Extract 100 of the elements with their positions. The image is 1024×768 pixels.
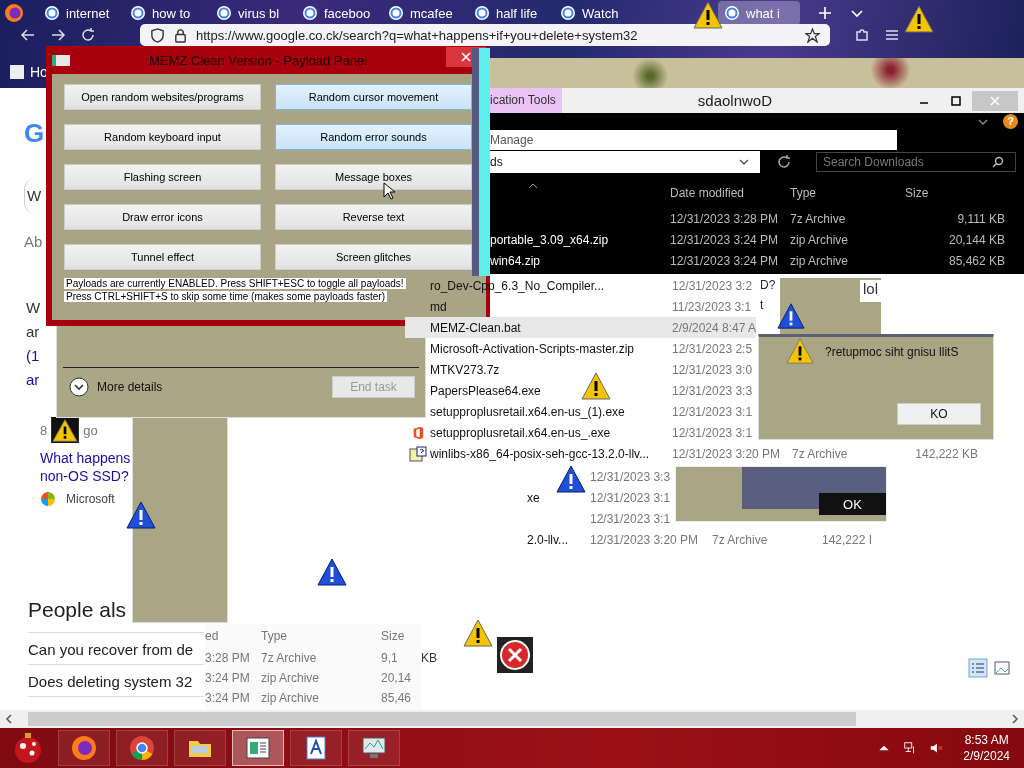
cursor-icon <box>383 182 395 200</box>
more-details-toggle[interactable]: More details <box>69 377 163 397</box>
clock[interactable]: 8:53 AM 2/9/2024 <box>963 732 1010 764</box>
scroll-left-icon[interactable] <box>4 714 14 724</box>
payload-button[interactable]: Reverse text <box>275 204 472 230</box>
lock-icon <box>173 27 188 43</box>
taskbar-app[interactable] <box>290 730 342 766</box>
browser-icon <box>128 734 156 762</box>
browser-tab[interactable]: Watch <box>554 1 636 25</box>
muted-speaker-icon[interactable] <box>929 741 944 755</box>
table-cell: 12/31/2023 3:1 <box>590 511 671 526</box>
address-bar[interactable]: https://www.google.co.ck/search?q=what+happens+if+you+delete+system32 <box>140 24 830 46</box>
browser-tab[interactable]: half life <box>468 1 550 25</box>
payload-button[interactable]: Open random websites/programs <box>64 84 261 110</box>
forward-icon[interactable] <box>50 27 66 43</box>
column-header[interactable]: Size <box>381 629 419 643</box>
text-fragment: Ab <box>24 232 44 252</box>
payload-button[interactable]: Random cursor movement <box>275 84 472 110</box>
table-cell-text: 142,222 KB <box>914 446 978 461</box>
menu-icon[interactable] <box>884 27 900 43</box>
column-header[interactable]: Size <box>905 186 1005 200</box>
address-field[interactable]: ds <box>490 151 760 173</box>
table-cell-text: 142,222 I <box>822 532 874 547</box>
file-row[interactable]: winlibs-x86_64-posix-seh-gcc-13.2.0-llv... 12/31/2023 3:20 PM 7z Archive 142,222 KB <box>405 443 978 464</box>
maximize-icon[interactable] <box>950 94 962 107</box>
window-title: sdaolnwoD <box>696 92 773 109</box>
table-cell: 12/31/2023 3:1 <box>672 425 753 440</box>
file-name: winlibs-x86_64-posix-seh-gcc-13.2.0-llv... <box>430 446 651 461</box>
browser-tab[interactable]: internet <box>38 1 120 25</box>
table-cell-text: 7z Archive <box>712 532 769 547</box>
payload-button[interactable]: Tunnel effect <box>64 244 261 270</box>
warning-icon <box>125 500 157 530</box>
browser-logo-icon <box>4 3 24 23</box>
table-cell: 11/23/2023 3:1 <box>672 299 752 314</box>
file-name: 2.0-llv... <box>527 532 569 547</box>
file-name[interactable]: win64.zip <box>490 253 541 268</box>
site-icon <box>44 5 60 21</box>
sort-caret-icon <box>528 183 538 189</box>
column-header[interactable]: Type <box>790 186 905 200</box>
details-view-icon[interactable] <box>968 658 988 678</box>
table-cell: 12/31/2023 3:1 <box>672 404 753 419</box>
warning-icon <box>785 337 815 365</box>
ribbon-tab[interactable]: Manage <box>490 133 534 147</box>
file-row[interactable]: Microsoft-Activation-Scripts-master.zip 12/31/2023 2:5 <box>405 338 753 359</box>
back-icon[interactable] <box>20 27 36 43</box>
star-icon[interactable] <box>805 27 820 43</box>
url-text: https://www.google.co.ck/search?q=what+happens+if+you+delete+system32 <box>196 27 639 43</box>
browser-tab[interactable]: faceboo <box>296 1 378 25</box>
new-tab-icon[interactable] <box>818 6 832 20</box>
result-link[interactable]: What happens non-OS SSD? <box>40 449 132 485</box>
browser-tab[interactable]: what i <box>718 1 800 25</box>
payload-button[interactable]: Random error sounds <box>275 124 472 150</box>
question-item[interactable]: Does deleting system 32 <box>28 665 204 697</box>
payload-button[interactable]: Screen glitches <box>275 244 472 270</box>
column-header[interactable]: Type <box>261 629 381 643</box>
chevron-icon <box>69 377 89 397</box>
column-header[interactable]: ed <box>205 629 261 643</box>
file-name[interactable]: portable_3.09_x64.zip <box>490 232 609 247</box>
horizontal-scrollbar[interactable] <box>0 710 1024 728</box>
table-cell: 12/31/2023 2:5 <box>672 341 753 356</box>
table-cell-text: 12/31/2023 3:24 PM <box>670 253 780 268</box>
file-name: setupproplusretail.x64.en-us_.exe <box>430 425 612 440</box>
office-icon <box>411 424 424 441</box>
taskbar-app[interactable] <box>58 730 110 766</box>
browser-tab[interactable]: virus bl <box>210 1 292 25</box>
warning-icon <box>51 417 80 443</box>
payload-button[interactable]: Random keyboard input <box>64 124 261 150</box>
file-name: md <box>430 299 448 314</box>
taskbar-app[interactable] <box>232 730 284 766</box>
close-icon <box>990 95 1000 106</box>
file-row[interactable]: setupproplusretail.x64.en-us_.exe 12/31/2023 3:1 <box>405 422 753 443</box>
thumbnail-view-icon[interactable] <box>992 658 1012 678</box>
refresh-icon[interactable] <box>776 154 792 170</box>
notice-text: Press CTRL+SHIFT+S to skip some time (makes some payloads faster) <box>64 291 387 302</box>
payload-button[interactable]: Flashing screen <box>64 164 261 190</box>
payload-button[interactable]: Draw error icons <box>64 204 261 230</box>
error-icon <box>497 637 533 673</box>
taskbar-app[interactable] <box>116 730 168 766</box>
taskbar-app[interactable] <box>348 730 400 766</box>
scroll-right-icon[interactable] <box>1010 714 1020 724</box>
search-field[interactable]: Search Downloads <box>816 152 1016 172</box>
browser-tab[interactable]: how to <box>124 1 206 25</box>
ok-button[interactable]: OK <box>819 493 886 515</box>
column-header[interactable]: Date modified <box>670 186 790 200</box>
file-name: PapersPlease64.exe <box>430 383 542 398</box>
file-row[interactable]: MEMZ-Clean.bat 2/9/2024 8:47 A <box>405 317 757 338</box>
question-item[interactable]: Can you recover from de <box>28 633 204 665</box>
payload-button[interactable]: Message boxes <box>275 164 472 190</box>
puzzle-icon[interactable] <box>854 27 870 43</box>
ok-button[interactable]: KO <box>897 403 981 425</box>
taskbar-app[interactable] <box>174 730 226 766</box>
browser-tab[interactable]: mcafee <box>382 1 464 25</box>
table-cell-text: zip Archive <box>790 232 850 247</box>
table-cell: 12/31/2023 3:1 <box>590 490 671 505</box>
file-row[interactable]: setupproplusretail.x64.en-us_(1).exe 12/31/2023 3:1 <box>405 401 753 422</box>
table-cell-text: 3:24 PM <box>205 691 251 705</box>
file-row[interactable]: md 11/23/2023 3:1 <box>405 296 752 317</box>
table-cell: 12/31/2023 3:3 <box>590 469 671 484</box>
reload-icon[interactable] <box>80 27 96 43</box>
ribbon-tab[interactable]: ication Tools <box>490 88 562 113</box>
